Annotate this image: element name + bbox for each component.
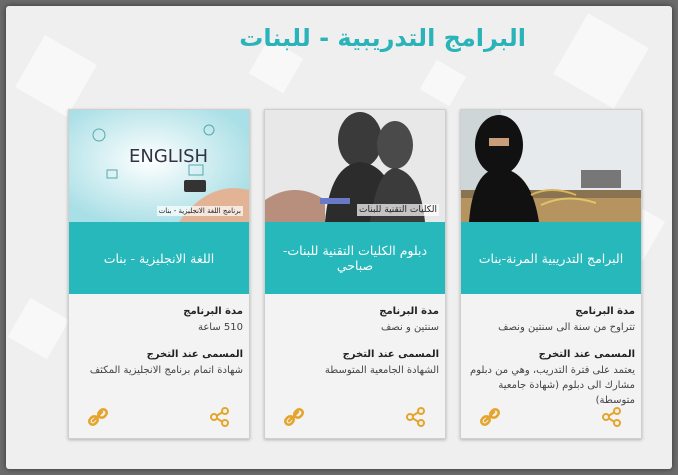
link-icon[interactable] bbox=[283, 406, 305, 428]
graduation-label: المسمى عند التخرج bbox=[146, 349, 243, 360]
graduation-value: الشهادة الجامعية المتوسطة bbox=[324, 365, 439, 376]
card-image: الكليات التقنية للبنات bbox=[265, 110, 445, 222]
duration-label: مدة البرنامج bbox=[379, 306, 439, 317]
page-frame: البرامج التدريبية - للبنات البرامج التدر… bbox=[6, 6, 672, 469]
program-card-technical-college[interactable]: الكليات التقنية للبنات دبلوم الكليات الت… bbox=[264, 109, 446, 439]
image-word: ENGLISH bbox=[129, 146, 208, 167]
duration-value: 510 ساعة bbox=[197, 322, 243, 333]
card-title[interactable]: اللغة الانجليزية - بنات bbox=[69, 222, 249, 294]
image-caption: برنامج اللغة الانجليزية - بنات bbox=[156, 206, 243, 216]
share-icon[interactable] bbox=[601, 406, 623, 428]
card-title[interactable]: البرامج التدريبية المرنة-بنات bbox=[461, 222, 641, 294]
image-caption: الكليات التقنية للبنات bbox=[357, 204, 439, 216]
link-icon[interactable] bbox=[479, 406, 501, 428]
duration-label: مدة البرنامج bbox=[575, 306, 635, 317]
program-card-flexible[interactable]: البرامج التدريبية المرنة-بنات مدة البرنا… bbox=[460, 109, 642, 439]
card-title[interactable]: دبلوم الكليات التقنية للبنات-صباحي bbox=[265, 222, 445, 294]
graduation-label: المسمى عند التخرج bbox=[342, 349, 439, 360]
page-title: البرامج التدريبية - للبنات bbox=[239, 24, 526, 52]
graduation-value: يعتمد على فترة التدريب، وهي من دبلوم مشا… bbox=[470, 365, 635, 406]
link-icon[interactable] bbox=[87, 406, 109, 428]
duration-label: مدة البرنامج bbox=[183, 306, 243, 317]
graduation-label: المسمى عند التخرج bbox=[538, 349, 635, 360]
card-image bbox=[461, 110, 641, 222]
duration-value: تتراوح من سنة الى سنتين ونصف bbox=[498, 322, 635, 333]
graduation-value: شهادة اتمام برنامج الانجليزية المكثف bbox=[89, 365, 243, 376]
card-image: ENGLISH برنامج اللغة الانجليزية - بنات bbox=[69, 110, 249, 222]
share-icon[interactable] bbox=[209, 406, 231, 428]
program-card-english[interactable]: ENGLISH برنامج اللغة الانجليزية - بنات ا… bbox=[68, 109, 250, 439]
share-icon[interactable] bbox=[405, 406, 427, 428]
duration-value: سنتين و نصف bbox=[380, 322, 439, 333]
